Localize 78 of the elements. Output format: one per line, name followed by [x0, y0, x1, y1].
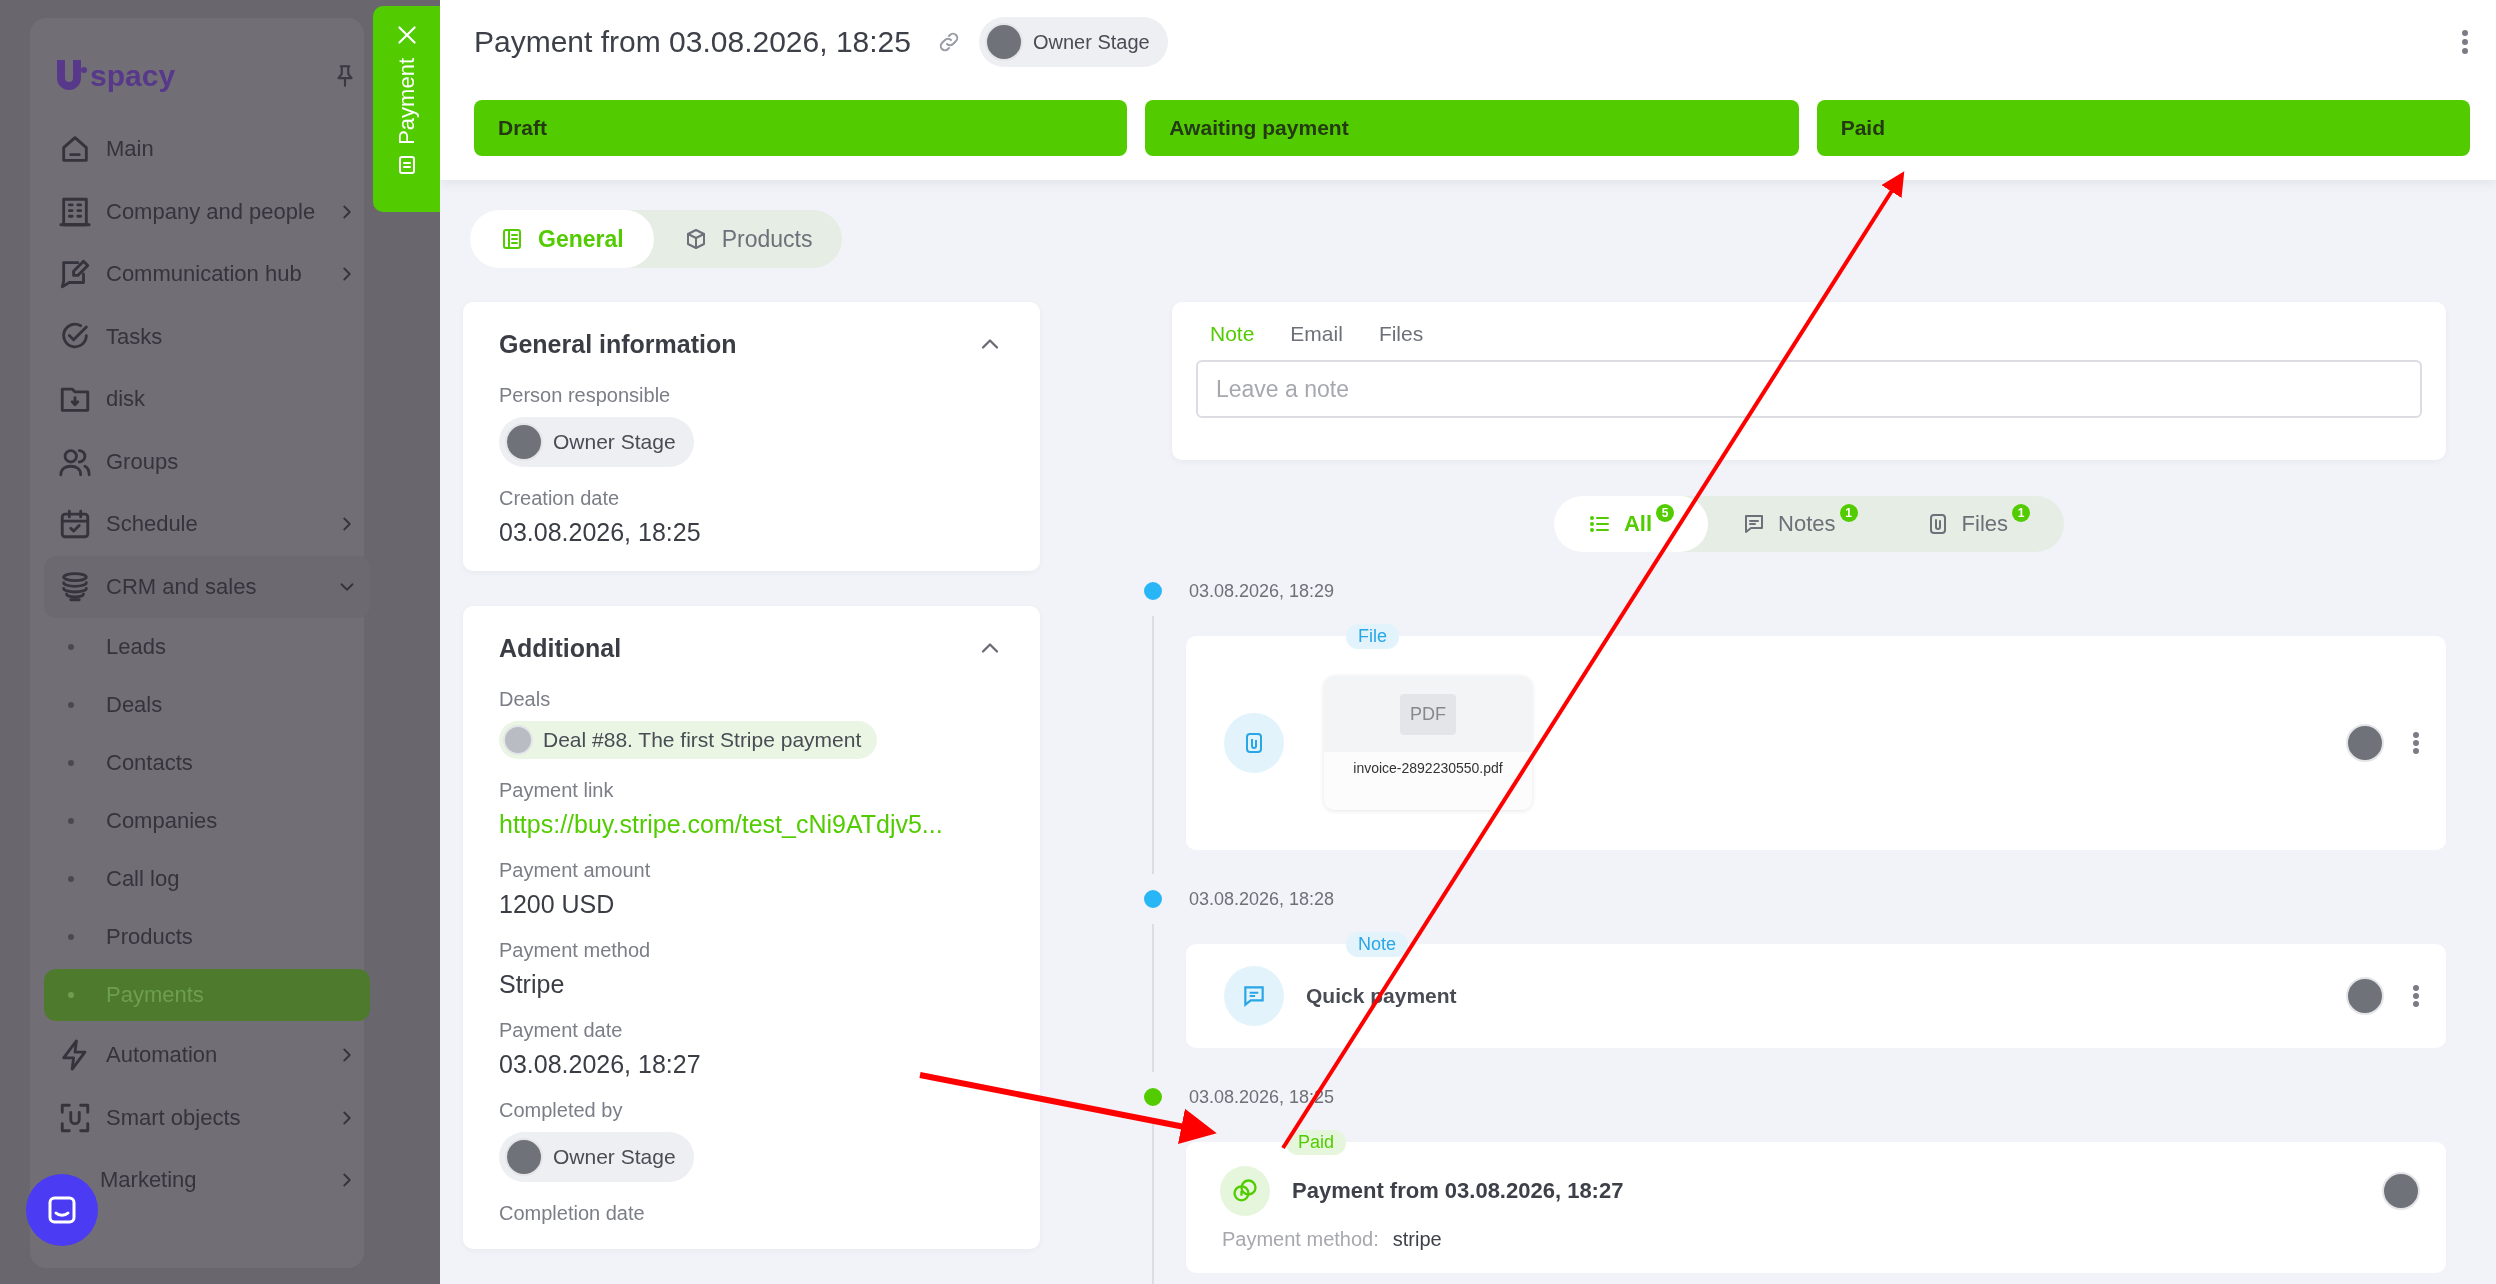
detail-value: stripe: [1392, 1228, 1442, 1251]
more-icon[interactable]: [2460, 28, 2470, 56]
page-title: Payment from 03.08.2026, 18:25: [474, 25, 911, 59]
stage-bar[interactable]: Draft: [474, 100, 1128, 156]
field-value: 1200 USD: [499, 890, 615, 919]
stage-bar[interactable]: Paid: [1816, 100, 2470, 156]
more-icon[interactable]: [2412, 984, 2420, 1008]
composer-tab[interactable]: Email: [1276, 318, 1357, 350]
field-label: Payment link: [499, 779, 614, 802]
nav-subitem[interactable]: Companies: [44, 792, 370, 850]
entry-tag: Paid: [1286, 1130, 1347, 1155]
nav-subitem[interactable]: Leads: [44, 618, 370, 676]
tab[interactable]: Products: [653, 210, 843, 268]
field-label: Creation date: [499, 487, 620, 510]
list-icon: [500, 227, 524, 251]
nav-item[interactable]: disk: [44, 368, 370, 431]
count-badge: 5: [1656, 504, 1675, 522]
composer-tab[interactable]: Files: [1364, 318, 1438, 350]
field-label: Payment method: [499, 939, 651, 962]
filter-tab[interactable]: Files 1: [1891, 496, 2065, 552]
nav-item[interactable]: Tasks: [44, 305, 370, 368]
payment-title: Payment from 03.08.2026, 18:27: [1292, 1178, 1624, 1204]
file-name: invoice-2892230550.pdf: [1353, 760, 1503, 776]
note-field[interactable]: Leave a note: [1196, 360, 2422, 418]
nav-item[interactable]: Groups: [44, 430, 370, 493]
filter-tab[interactable]: All 5: [1553, 496, 1709, 552]
person-chip[interactable]: Owner Stage: [499, 1132, 694, 1182]
entry-date: 03.08.2026, 18:29: [1189, 580, 1335, 602]
nav-item[interactable]: Communication hub: [44, 243, 370, 306]
field-value: 03.08.2026, 18:27: [499, 1050, 701, 1079]
avatar: [2346, 977, 2384, 1015]
nav-item[interactable]: Marketing: [100, 1149, 370, 1212]
person-chip[interactable]: Owner Stage: [499, 417, 694, 467]
avatar: [2382, 1172, 2420, 1210]
nav-item[interactable]: Smart objects: [44, 1086, 370, 1149]
avatar: [505, 1138, 543, 1176]
file-type: PDF: [1400, 693, 1456, 735]
coins-icon: [1220, 1166, 1270, 1216]
more-icon[interactable]: [2412, 731, 2420, 755]
deal-chip[interactable]: Deal #88. The first Stripe payment: [499, 721, 878, 759]
count-badge: 1: [2012, 504, 2031, 522]
detail-label: Payment method:: [1222, 1228, 1379, 1251]
payment-link[interactable]: https://buy.stripe.com/test_cNi9ATdjv5...: [499, 810, 943, 839]
filter-tab[interactable]: Notes 1: [1708, 496, 1892, 552]
field-label: Payment amount: [499, 859, 651, 882]
avatar: [505, 423, 543, 461]
entry-tag: Note: [1346, 932, 1409, 957]
stage-bar[interactable]: Awaiting payment: [1145, 100, 1799, 156]
count-badge: 1: [1839, 504, 1858, 522]
avatar: [503, 725, 533, 755]
entry-tag: File: [1346, 624, 1399, 649]
nav-subitem[interactable]: Call log: [44, 850, 370, 908]
nav-item[interactable]: Automation: [44, 1024, 370, 1087]
file-preview[interactable]: PDF invoice-2892230550.pdf: [1324, 676, 1532, 810]
composer-tab[interactable]: Note: [1196, 318, 1269, 350]
card-title: General information: [499, 329, 737, 359]
nav-item[interactable]: Schedule: [44, 493, 370, 556]
nav-subitem[interactable]: Deals: [44, 676, 370, 734]
nav-subitem[interactable]: Contacts: [44, 734, 370, 792]
field-label: Deals: [499, 688, 551, 711]
owner-chip[interactable]: Owner Stage: [978, 17, 1168, 67]
panel-tab-label: Payment: [395, 58, 418, 145]
tab[interactable]: General: [470, 210, 654, 268]
field-label: Completion date: [499, 1202, 645, 1225]
field-label: Completed by: [499, 1099, 623, 1122]
document-icon: [397, 154, 416, 175]
entry-date: 03.08.2026, 18:28: [1189, 888, 1335, 910]
panel-tab[interactable]: Payment: [373, 6, 440, 212]
field-label: Payment date: [499, 1019, 623, 1042]
field-value: Stripe: [499, 970, 565, 999]
card-title: Additional: [499, 633, 622, 663]
avatar: [2346, 724, 2384, 762]
field-value: 03.08.2026, 18:25: [499, 518, 701, 547]
nav-subitem[interactable]: Products: [44, 908, 370, 966]
nav-item[interactable]: Main: [44, 118, 370, 181]
field-label: Person responsible: [499, 384, 671, 407]
avatar: [984, 23, 1023, 61]
nav-item[interactable]: Company and people: [44, 180, 370, 243]
